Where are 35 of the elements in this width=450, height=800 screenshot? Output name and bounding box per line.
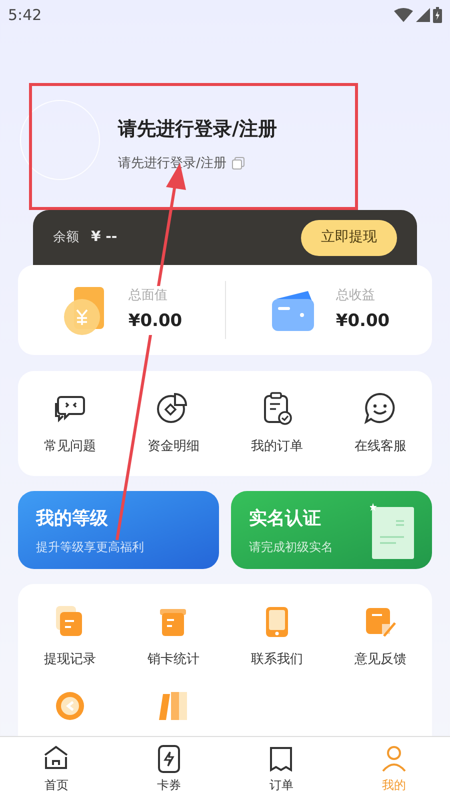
tab-item[interactable]: 订单 [225, 744, 338, 794]
person-icon [380, 744, 408, 774]
wifi-icon [394, 8, 413, 22]
tab-item[interactable]: 首页 [0, 744, 112, 794]
promo-title: 我的等级 [36, 507, 109, 531]
shortcut-label[interactable]: 在线客服 [354, 436, 406, 456]
tool-label[interactable]: 提现记录 [44, 650, 96, 670]
stat-value: ¥0.00 [128, 310, 182, 333]
profile-title[interactable]: 请先进行登录/注册 [118, 115, 277, 144]
withdraw-button[interactable]: 立即提现 [301, 220, 397, 256]
books-icon [157, 690, 190, 722]
note-pencil-icon [364, 606, 396, 638]
stat-label: 总收益 [336, 286, 376, 304]
shortcut-label[interactable]: 资金明细 [147, 436, 200, 456]
tab-item[interactable]: 卡券 [112, 744, 225, 794]
refresh-icon [54, 690, 86, 722]
document-icon [370, 503, 416, 559]
stat-label: 总面值 [128, 286, 168, 304]
promo-subtitle: 请完成初级实名 [249, 539, 334, 556]
promo-subtitle: 提升等级享更高福利 [36, 539, 145, 556]
status-time: 5:42 [8, 4, 42, 26]
smiley-chat-icon [363, 390, 398, 425]
copy-icon [232, 156, 246, 170]
tool-label[interactable]: 联系我们 [250, 650, 303, 670]
balance-value: ¥ -- [91, 228, 118, 247]
shortcut-label[interactable]: 我的订单 [250, 436, 303, 456]
balance-label: 余额 [53, 228, 79, 247]
signal-icon [416, 8, 430, 22]
battery-icon [433, 7, 442, 23]
tool-label[interactable]: 意见反馈 [354, 650, 406, 670]
promo-title: 实名认证 [249, 507, 322, 531]
shortcut-label[interactable]: 常见问题 [44, 436, 96, 456]
tool-label[interactable]: 销卡统计 [147, 650, 200, 670]
stat-value: ¥0.00 [336, 310, 390, 333]
avatar-placeholder[interactable] [20, 100, 100, 180]
